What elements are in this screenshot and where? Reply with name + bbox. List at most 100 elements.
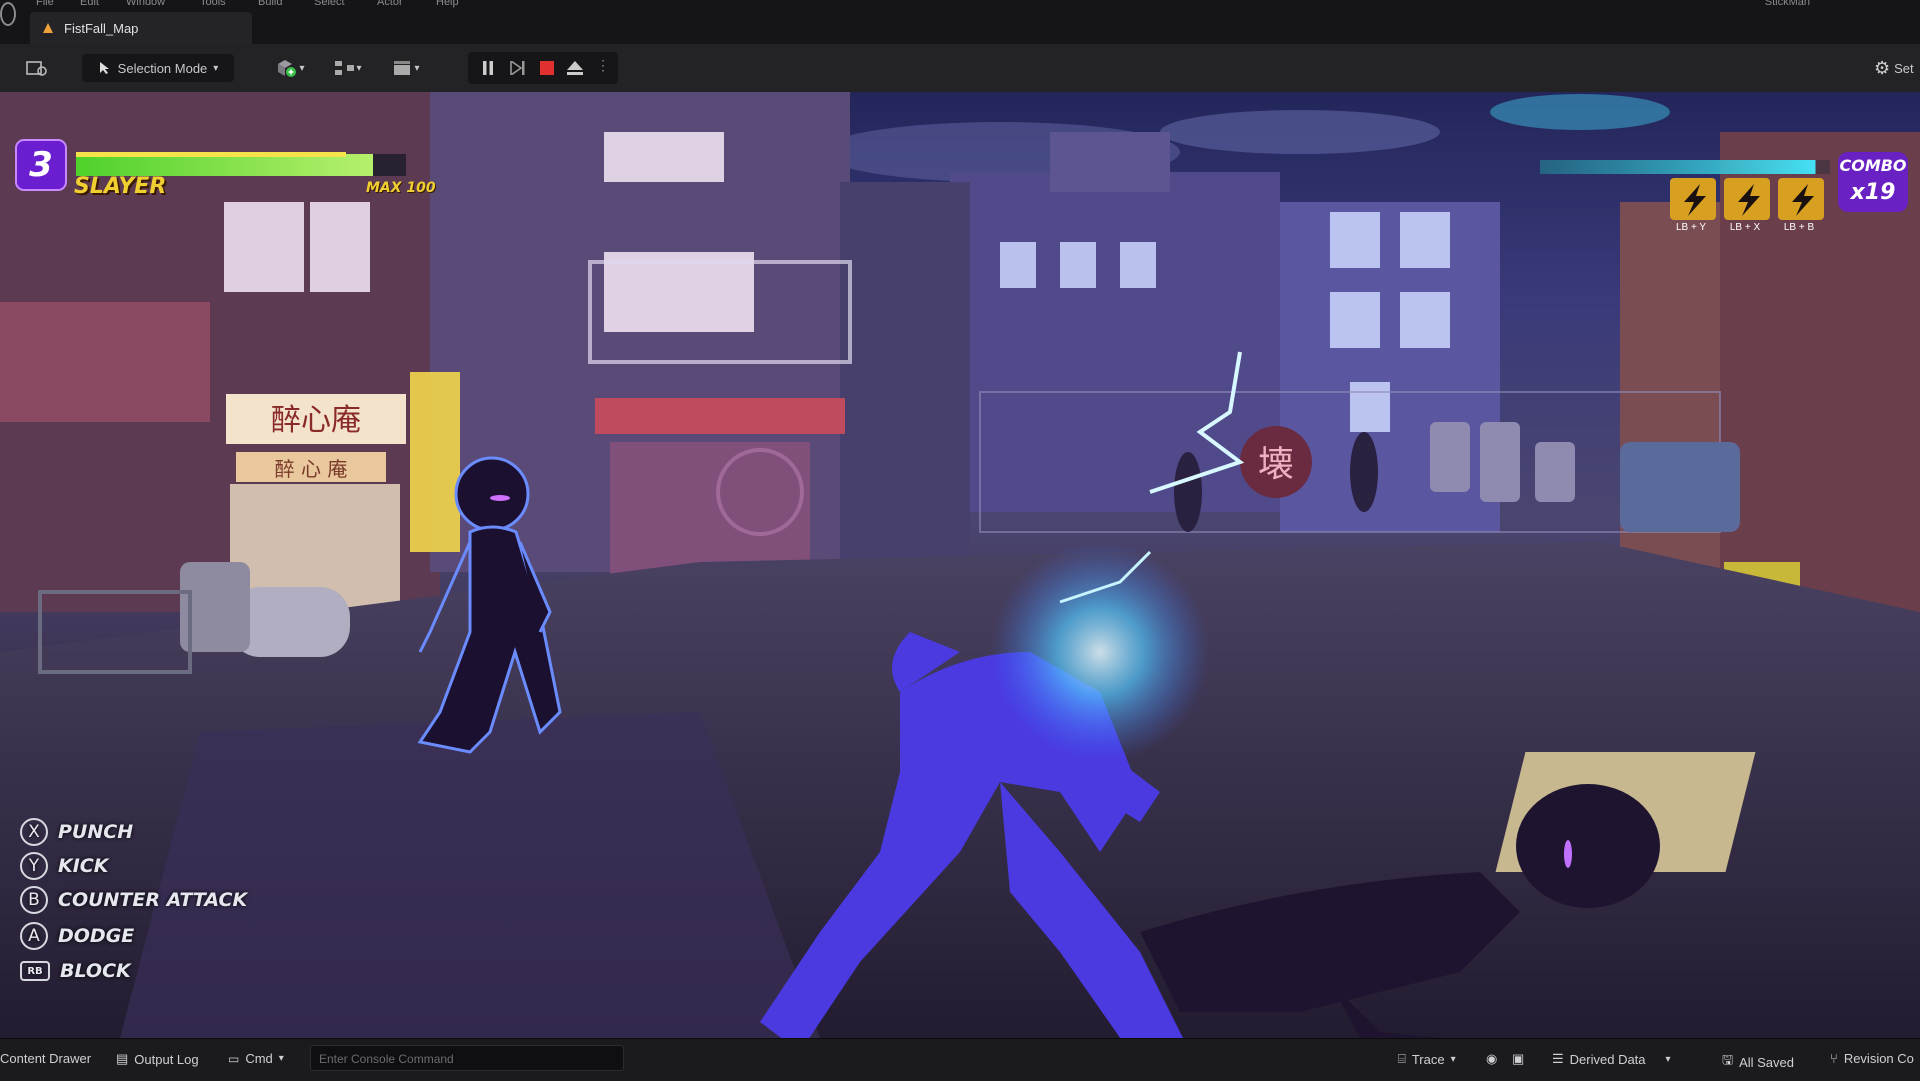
y-button-icon: Y [20,852,48,880]
menu-file[interactable]: File [36,0,54,8]
window [1350,382,1390,432]
b-button-icon: B [20,886,48,914]
menu-window[interactable]: Window [126,0,165,8]
enemy-health-bar [1540,160,1816,174]
add-actor-button[interactable]: ▾ [270,54,310,82]
log-icon: ▤ [116,1051,129,1066]
tab-level[interactable]: FistFall_Map [30,12,252,44]
special-move-icons [1670,178,1824,220]
distant-figure [1350,432,1378,512]
revision-control-button[interactable]: ⑂ Revision Co [1830,1051,1914,1066]
control-hint-punch: X PUNCH [20,818,133,846]
distant-figure [1174,452,1202,532]
building [1050,132,1170,192]
barrel [1430,422,1470,492]
rb-button-icon: RB [20,961,50,981]
window [604,132,724,182]
window [1330,212,1380,268]
cursor-icon [99,62,109,74]
content-drawer-button[interactable]: Content Drawer [0,1051,91,1066]
menu-build[interactable]: Build [258,0,282,8]
special-combo-hint: LB + X [1729,222,1761,233]
neon-sign [410,372,460,552]
control-action: BLOCK [60,960,131,982]
eject-icon[interactable] [566,60,584,76]
combo-label: COMBO [1839,156,1907,175]
control-action: COUNTER ATTACK [58,889,248,911]
special-combo-hint: LB + B [1783,222,1815,233]
window [224,202,304,292]
output-log-button[interactable]: ▤ Output Log [116,1051,199,1067]
derived-data-dropdown[interactable]: ☰ Derived Data ▾ [1552,1051,1671,1067]
gear-icon: ⚙ [1874,57,1891,78]
shop-awning [595,398,845,434]
pause-icon[interactable] [482,61,494,75]
menu-bar: File Edit Window Tools Build Select Acto… [0,0,1920,10]
screenshot-icon[interactable]: ▣ [1512,1051,1524,1067]
menu-select[interactable]: Select [314,0,345,8]
chevron-down-icon: ▾ [278,1053,284,1064]
save-icon: 🖫 [1722,1052,1734,1067]
unreal-logo-icon[interactable] [0,2,16,26]
cloud [1490,94,1670,130]
menu-tools[interactable]: Tools [200,0,226,8]
console-command-input[interactable]: Enter Console Command [310,1045,624,1071]
enemy-eye [490,495,510,501]
frame-skip-icon[interactable] [510,61,526,75]
all-saved-button[interactable]: 🖫 All Saved [1722,1051,1794,1073]
menu-help[interactable]: Help [436,0,459,8]
game-scene: 醉心庵 醉 心 庵 壊 [0,92,1920,1038]
chevron-down-icon: ▾ [1450,1053,1456,1065]
derived-data-label: Derived Data [1569,1051,1646,1067]
selection-mode-label: Selection Mode [117,60,208,76]
control-action: PUNCH [58,821,134,843]
fence-sign-text: 壊 [1258,444,1294,485]
selection-mode-dropdown[interactable]: Selection Mode ▾ [82,54,234,82]
blueprints-button[interactable]: ▾ [328,54,368,82]
output-log-label: Output Log [134,1051,199,1067]
cmd-dropdown[interactable]: ▭ Cmd ▾ [228,1051,284,1066]
trace-dropdown[interactable]: ⌸ Trace ▾ [1398,1051,1456,1067]
blueprint-icon [335,61,355,75]
control-action: DODGE [58,925,135,947]
x-button-icon: X [20,818,48,846]
control-action: KICK [58,855,109,877]
shop-sign-small: 醉 心 庵 [275,457,348,481]
play-controls: ⋮ [468,52,618,84]
chevron-down-icon: ▾ [414,62,420,74]
player-health-bar [76,154,373,176]
building [840,182,970,582]
user-name[interactable]: StickMan [1765,0,1810,8]
barrel [1535,442,1575,502]
game-viewport[interactable]: 醉心庵 醉 心 庵 壊 3 SLAYER MAX 100 COMBO x19 L… [0,92,1920,1038]
menu-actor[interactable]: Actor [377,0,403,8]
menu-edit[interactable]: Edit [80,0,99,8]
database-icon: ☰ [1552,1051,1564,1066]
more-options-icon[interactable]: ⋮ [596,57,610,74]
level-icon [43,23,53,33]
building [950,172,1280,512]
barrel [1480,422,1520,502]
record-icon[interactable]: ◉ [1486,1051,1497,1067]
trace-icon: ⌸ [1398,1051,1406,1066]
cloud [1160,110,1440,154]
player-health-yellow [76,152,346,157]
window [1060,242,1096,288]
cinematics-button[interactable]: ▾ [386,54,426,82]
main-toolbar: Selection Mode ▾ ▾ ▾ ▾ ⋮ ⚙ Set [0,44,1920,93]
window [1120,242,1156,288]
branch-icon: ⑂ [1830,1051,1838,1066]
max-label: MAX 100 [366,180,436,196]
control-hint-block: RB BLOCK [20,960,131,982]
clapper-icon [394,61,411,75]
stop-icon[interactable] [540,61,554,75]
lightning-orb [990,542,1210,762]
window [1330,292,1380,348]
chevron-down-icon: ▾ [1665,1053,1671,1065]
control-hint-counter: B COUNTER ATTACK [20,886,247,914]
all-saved-label: All Saved [1739,1054,1794,1070]
tab-label: FistFall_Map [64,20,139,36]
window [1000,242,1036,288]
save-level-icon[interactable] [24,54,50,82]
settings-button[interactable]: ⚙ Set [1874,54,1920,82]
